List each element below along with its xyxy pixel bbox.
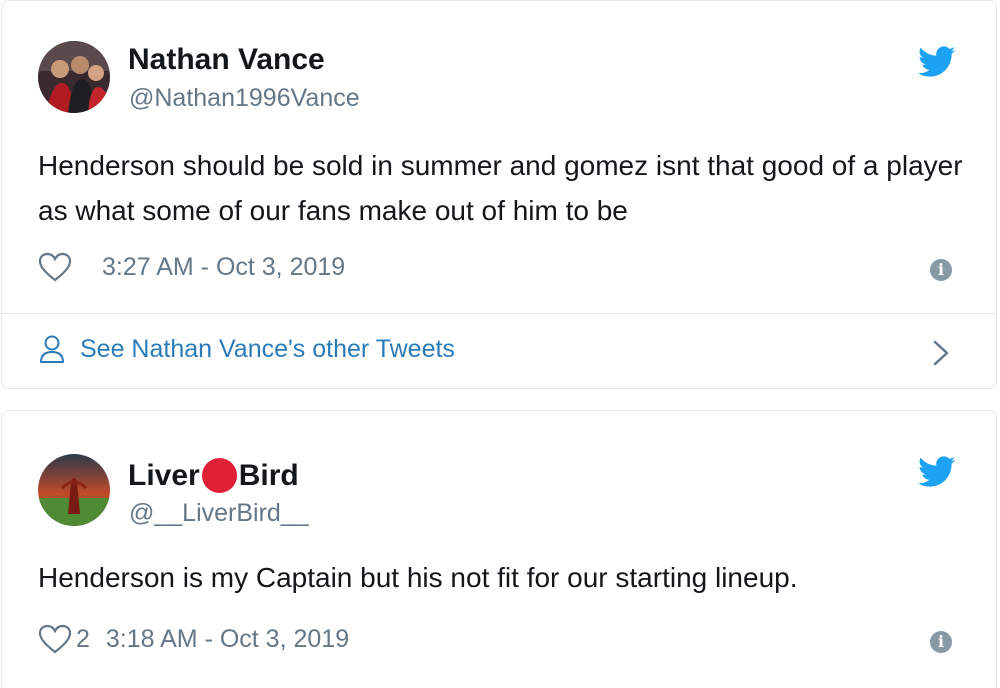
timestamp[interactable]: 3:27 AM - Oct 3, 2019 [102,253,345,282]
avatar-photo-icon [38,41,110,113]
display-name[interactable]: Nathan Vance [128,43,325,77]
see-other-tweets-link[interactable]: See Nathan Vance's other Tweets [38,334,455,364]
twitter-bird-icon[interactable] [918,46,956,78]
heart-icon[interactable] [38,252,72,282]
tweet-text: Henderson should be sold in summer and g… [38,150,963,226]
display-name-part: Bird [238,458,299,492]
see-other-tweets-label[interactable]: See Nathan Vance's other Tweets [80,335,455,364]
red-circle-emoji-icon [201,458,237,493]
user-handle[interactable]: @Nathan1996Vance [129,84,360,113]
heart-icon[interactable] [38,624,72,654]
tweet-text: Henderson is my Captain but his not fit … [38,562,798,593]
person-icon [40,335,64,363]
chevron-right-icon[interactable] [932,339,950,367]
display-name[interactable]: Liver Bird [128,458,299,493]
display-name-part: Liver [128,458,200,492]
divider [2,313,996,314]
avatar-photo-icon [38,454,110,526]
tweet-meta: 3:27 AM - Oct 3, 2019 [38,252,345,282]
info-icon[interactable]: i [930,631,952,653]
avatar[interactable] [38,41,110,113]
info-icon[interactable]: i [930,259,952,281]
like-count[interactable]: 2 [76,625,90,654]
avatar[interactable] [38,454,110,526]
tweet-card[interactable]: Nathan Vance @Nathan1996Vance Henderson … [1,0,997,389]
tweet-meta: 2 3:18 AM - Oct 3, 2019 [38,624,349,654]
user-handle[interactable]: @__LiverBird__ [129,499,309,528]
timestamp[interactable]: 3:18 AM - Oct 3, 2019 [106,625,349,654]
tweet-card[interactable]: Liver Bird @__LiverBird__ Henderson is m… [1,410,997,688]
twitter-bird-icon[interactable] [918,456,956,488]
